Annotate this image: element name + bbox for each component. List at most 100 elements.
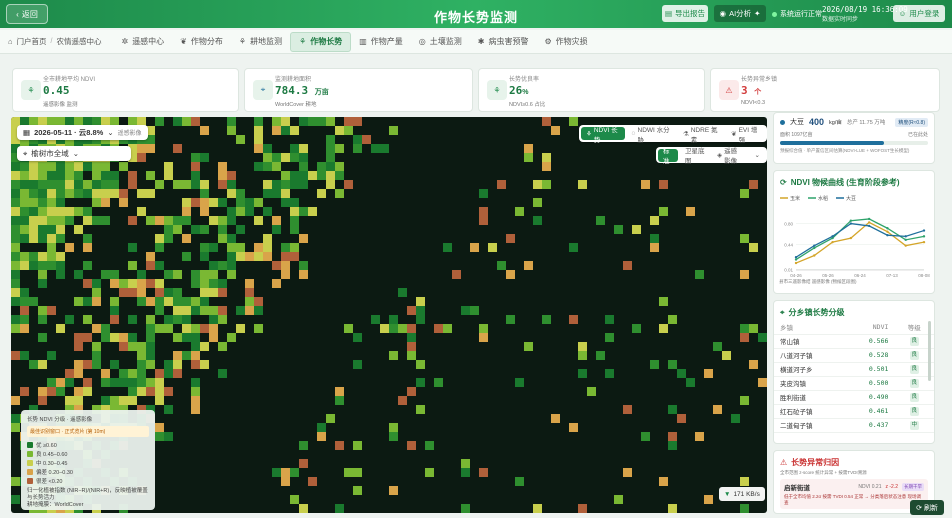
layer-ndwi-button[interactable]: ◌ NDWI 水分胁 — [627, 127, 676, 144]
map-pin-icon: ⌖ — [780, 307, 785, 317]
export-label: 导出报告 — [675, 9, 706, 18]
breadcrumb-separator: / — [50, 38, 53, 45]
town-ndvi: 0.528 — [844, 348, 895, 363]
yield-total: 总产 11.75 万吨 — [846, 120, 886, 126]
ai-analysis-button[interactable]: ◉ AI分析 ✦ — [714, 5, 766, 22]
x-tick-label: 07-13 — [886, 273, 898, 278]
tab-crop-damage[interactable]: ⚙ 作物灾损 — [536, 32, 595, 52]
kpi-sub: NDVI≥0.6 占比 — [509, 102, 546, 108]
ndvi-map[interactable]: ▦ 2026-05-11 · 云8.8% ⌄ 遥感影像 ⌖ 榆树市全域 ⌄ ⚘ N… — [11, 117, 767, 513]
layer-label: NDRE 氮素 — [690, 126, 718, 144]
ai-label: AI分析 — [729, 9, 752, 18]
series-point — [922, 235, 926, 238]
layer-evi-button[interactable]: ❦ EVI 增强 — [726, 127, 765, 144]
anomaly-sub: 全市范围 z-score 统计异常 + 按需TVDI溯源 — [780, 470, 867, 475]
kpi-value: 3 个 — [741, 84, 761, 97]
app-header: ‹ 返回 作物长势监测 ▤ 导出报告 ◉ AI分析 ✦ 系统运行正常 2026/08/… — [0, 0, 952, 28]
town-name: 红石砬子镇 — [774, 404, 845, 419]
bug-icon: ✱ — [477, 37, 485, 46]
tab-remote-sensing[interactable]: ✲ 遥感中心 — [113, 32, 172, 52]
legend-label: 很差 <0.20 — [36, 478, 63, 485]
region-selector[interactable]: ⌖ 榆树市全域 ⌄ — [17, 146, 131, 161]
scrollbar[interactable] — [928, 321, 931, 381]
warning-icon: ⚠ — [780, 458, 788, 467]
legend-swatch — [27, 477, 33, 484]
town-ndvi: 0.566 — [844, 334, 895, 349]
layer-label: NDWI 水分胁 — [637, 126, 670, 144]
nav-bar: ⌂ 门户首页 / 农情遥感中心 ✲ 遥感中心 ❦ 作物分布 ⚘ 耕地监测 ⚘ 作物长势 … — [0, 30, 952, 54]
series-point — [886, 234, 889, 237]
tab-farmland[interactable]: ⚘ 耕地监测 — [231, 32, 290, 52]
export-report-button[interactable]: ▤ 导出报告 — [662, 5, 708, 22]
kpi-abnormal-towns: ⚠ 长势异常乡镇 3 个 NDVI<0.3 — [710, 68, 940, 112]
water-drop-icon: ◌ — [631, 130, 636, 137]
basemap-standard-button[interactable]: 标准 — [658, 148, 679, 165]
town-ndvi: 0.500 — [844, 376, 895, 391]
basemap-satellite-button[interactable]: 卫星底图 — [680, 148, 710, 165]
table-row[interactable]: 胜利街道 0.490 良 — [774, 390, 934, 405]
chevron-down-icon: ⌄ — [754, 152, 760, 159]
series-point — [813, 244, 816, 247]
y-tick-label: 0.01 — [784, 267, 793, 272]
date-selector[interactable]: ▦ 2026-05-11 · 云8.8% ⌄ 遥感影像 — [17, 125, 148, 140]
legend-label: 良 0.45–0.60 — [36, 451, 68, 458]
table-row[interactable]: 二道甸子镇 0.437 中 — [774, 418, 934, 433]
grade-badge: 良 — [909, 392, 919, 402]
town-name: 横道河子乡 — [774, 362, 845, 377]
town-name: 胜利街道 — [774, 390, 845, 405]
kpi-number: 784.3 — [275, 84, 309, 97]
refresh-label: 刷新 — [923, 504, 938, 512]
legend-swatch — [27, 459, 33, 466]
yield-accuracy-tag: 精度(R≈0.8) — [895, 117, 928, 127]
tab-soil[interactable]: ◎ 土壤监测 — [411, 32, 470, 52]
series-point — [886, 230, 889, 233]
town-ndvi: 0.490 — [844, 390, 895, 405]
tab-crop-distribution[interactable]: ❦ 作物分布 — [172, 32, 231, 52]
tab-crop-yield[interactable]: ▥ 作物产量 — [351, 32, 411, 52]
kpi-value: 0.45 — [43, 84, 70, 97]
yield-footer: 预报综合值 · 单产置信区间估算(NDVI-LUE + WOFOST生长模型) — [780, 148, 910, 153]
user-login-button[interactable]: ☺ 用户登录 — [893, 5, 945, 22]
kpi-number: 3 — [741, 84, 748, 97]
breadcrumb-home[interactable]: 门户首页 — [17, 36, 47, 47]
yield-value: 400 — [809, 117, 825, 127]
sparkle-icon: ✦ — [754, 9, 761, 18]
refresh-button[interactable]: ⟳ 刷新 — [910, 500, 944, 515]
legend-row: 偏差 0.20–0.30 — [27, 467, 149, 476]
basemap-rs-button[interactable]: ◈ 遥感影像 — [712, 148, 747, 165]
tab-crop-growth[interactable]: ⚘ 作物长势 — [290, 31, 352, 52]
series-point — [867, 221, 871, 224]
town-ndvi: 0.437 — [844, 418, 895, 433]
series-point — [867, 224, 871, 228]
town-table: 乡镇 NDVI 等级 常山镇 0.566 良八道河子镇 0.528 良横道河子乡 0.501 良… — [774, 320, 934, 433]
anomaly-item[interactable]: 启新街道 NDVI 0.21 z -2.2 长期干旱 低于全市均值 2.2σ 按… — [780, 479, 928, 509]
grade-badge: 中 — [909, 420, 919, 430]
anomaly-town: 启新街道 — [784, 485, 810, 492]
yield-note: 已在此处 — [907, 132, 928, 138]
tab-pest-warning[interactable]: ✱ 病虫害预警 — [470, 32, 537, 52]
layer-ndvi-button[interactable]: ⚘ NDVI 长势 — [581, 127, 625, 144]
town-name: 八道河子镇 — [774, 348, 845, 363]
gear-icon: ⚙ — [544, 37, 552, 46]
series-point — [831, 240, 834, 244]
ndvi-curve-chart: 玉米 水稻 大豆 0.80 0.44 0.0104-26 05-26 06-24 07-13 08… — [780, 195, 930, 278]
layers-icon: ◈ — [717, 152, 723, 159]
series-point — [794, 256, 798, 259]
basemap-label: 遥感影像 — [724, 148, 738, 165]
table-row[interactable]: 八道河子镇 0.528 良 — [774, 348, 934, 363]
table-row[interactable]: 夹皮沟镇 0.500 良 — [774, 376, 934, 391]
series-point — [904, 238, 907, 242]
table-row[interactable]: 常山镇 0.566 良 — [774, 334, 934, 349]
x-tick-label: 08-08 — [918, 273, 930, 278]
legend-title: 长势 NDVI 分级 · 遥感影像 — [27, 417, 93, 423]
robot-icon: ◉ — [719, 9, 727, 18]
table-row[interactable]: 红石砬子镇 0.461 良 — [774, 404, 934, 419]
chart-icon: ▥ — [359, 37, 367, 46]
sprout-icon: ⚘ — [586, 130, 592, 138]
status-text: 系统运行正常 — [780, 11, 822, 18]
leaf-icon: ❦ — [731, 130, 737, 138]
anomaly-title: 长势异常归因 — [791, 458, 840, 467]
basemap-expand-button[interactable]: ⌄ — [750, 149, 765, 162]
table-row[interactable]: 横道河子乡 0.501 良 — [774, 362, 934, 377]
layer-ndre-button[interactable]: ⚗ NDRE 氮素 — [678, 127, 724, 144]
